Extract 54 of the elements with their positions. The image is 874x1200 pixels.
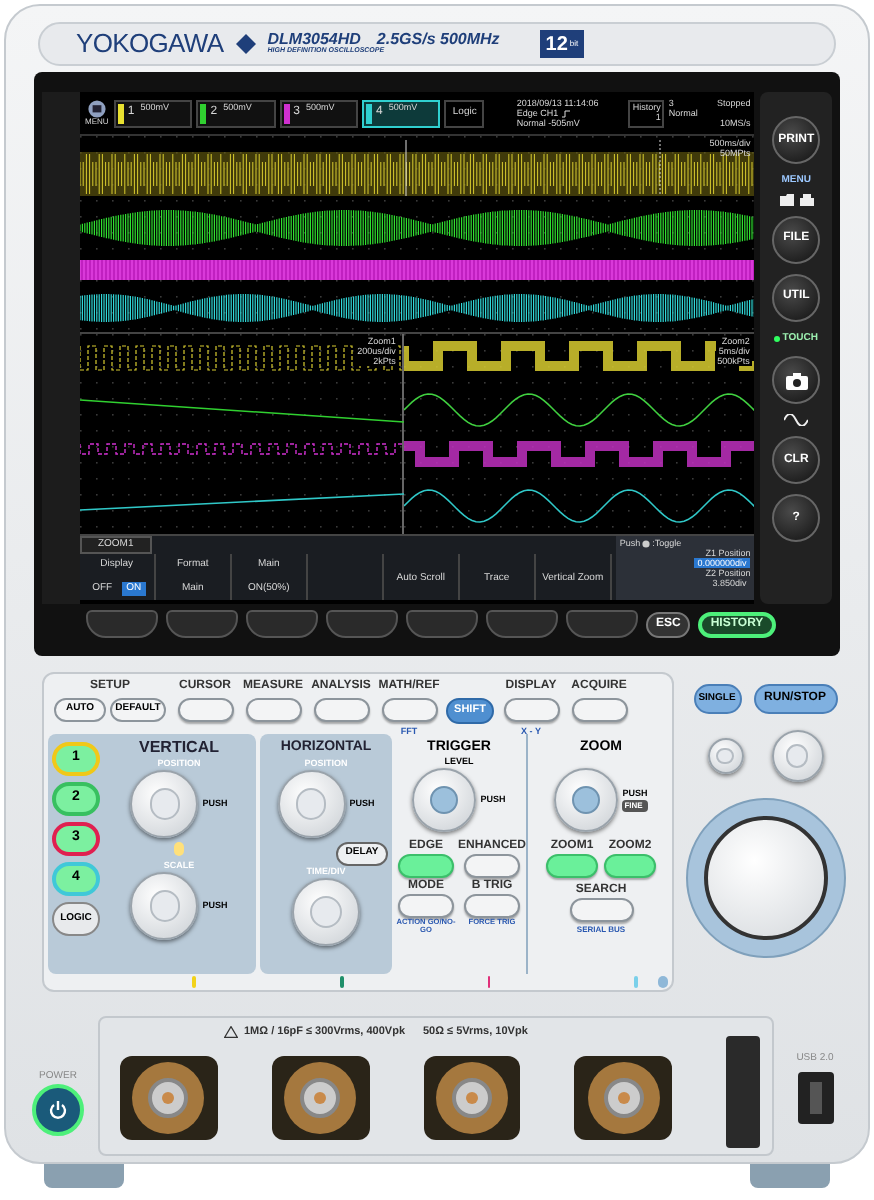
menu-icon[interactable] xyxy=(87,100,106,118)
usb-port[interactable] xyxy=(797,1072,833,1124)
model-spec: 2.5GS/s 500MHz xyxy=(376,32,500,49)
softkey[interactable] xyxy=(86,610,158,638)
softkey[interactable] xyxy=(166,610,238,638)
softkey[interactable] xyxy=(326,610,398,638)
section-title: VERTICAL xyxy=(139,738,219,758)
panel-button[interactable] xyxy=(245,698,301,722)
panel-button[interactable] xyxy=(381,698,437,722)
rotary-knob[interactable] xyxy=(292,878,360,946)
panel-button[interactable] xyxy=(313,698,369,722)
rotary-knob[interactable] xyxy=(412,768,477,832)
printer-icon[interactable] xyxy=(799,193,814,205)
bnc-connector[interactable] xyxy=(423,1056,521,1141)
power-button[interactable] xyxy=(32,1084,84,1136)
panel-button[interactable] xyxy=(398,894,454,918)
diamond-icon xyxy=(235,34,256,54)
panel-button[interactable] xyxy=(571,698,627,722)
panel-button[interactable] xyxy=(503,698,559,722)
softkey[interactable] xyxy=(246,610,318,638)
softkey[interactable] xyxy=(406,610,478,638)
rising-edge-icon xyxy=(562,109,571,117)
softkey[interactable] xyxy=(486,610,558,638)
panel-button[interactable] xyxy=(398,854,454,878)
warning-icon xyxy=(224,1026,238,1039)
rotary-knob[interactable] xyxy=(707,738,743,774)
foot xyxy=(750,1164,830,1188)
indicator-light xyxy=(774,335,781,342)
panel-button[interactable] xyxy=(604,854,656,878)
sine-wave-icon xyxy=(784,414,809,426)
folder-icon[interactable] xyxy=(779,193,794,205)
indicator-light xyxy=(174,842,184,856)
panel-button[interactable] xyxy=(177,698,233,722)
panel-button[interactable] xyxy=(569,898,633,922)
bnc-connector[interactable] xyxy=(271,1056,370,1141)
rotary-knob[interactable] xyxy=(554,768,619,832)
rotary-knob[interactable] xyxy=(771,730,823,782)
panel-button[interactable] xyxy=(464,854,520,878)
model-name: DLM3054HD xyxy=(267,32,361,49)
bnc-connector[interactable] xyxy=(120,1056,218,1141)
camera-button[interactable] xyxy=(772,356,821,404)
panel-button[interactable] xyxy=(546,854,598,878)
brand-name: YOKOGAWA xyxy=(76,26,224,63)
rotary-knob[interactable] xyxy=(277,770,346,838)
rotary-knob[interactable] xyxy=(130,770,199,838)
foot xyxy=(44,1164,124,1188)
knob-icon xyxy=(642,539,651,547)
power-icon xyxy=(48,1100,68,1120)
camera-icon xyxy=(785,371,808,389)
softkey[interactable] xyxy=(566,610,638,638)
probe-slot xyxy=(726,1036,761,1149)
bnc-connector[interactable] xyxy=(574,1056,673,1141)
rotary-knob[interactable] xyxy=(130,872,199,940)
panel-button[interactable] xyxy=(464,894,520,918)
